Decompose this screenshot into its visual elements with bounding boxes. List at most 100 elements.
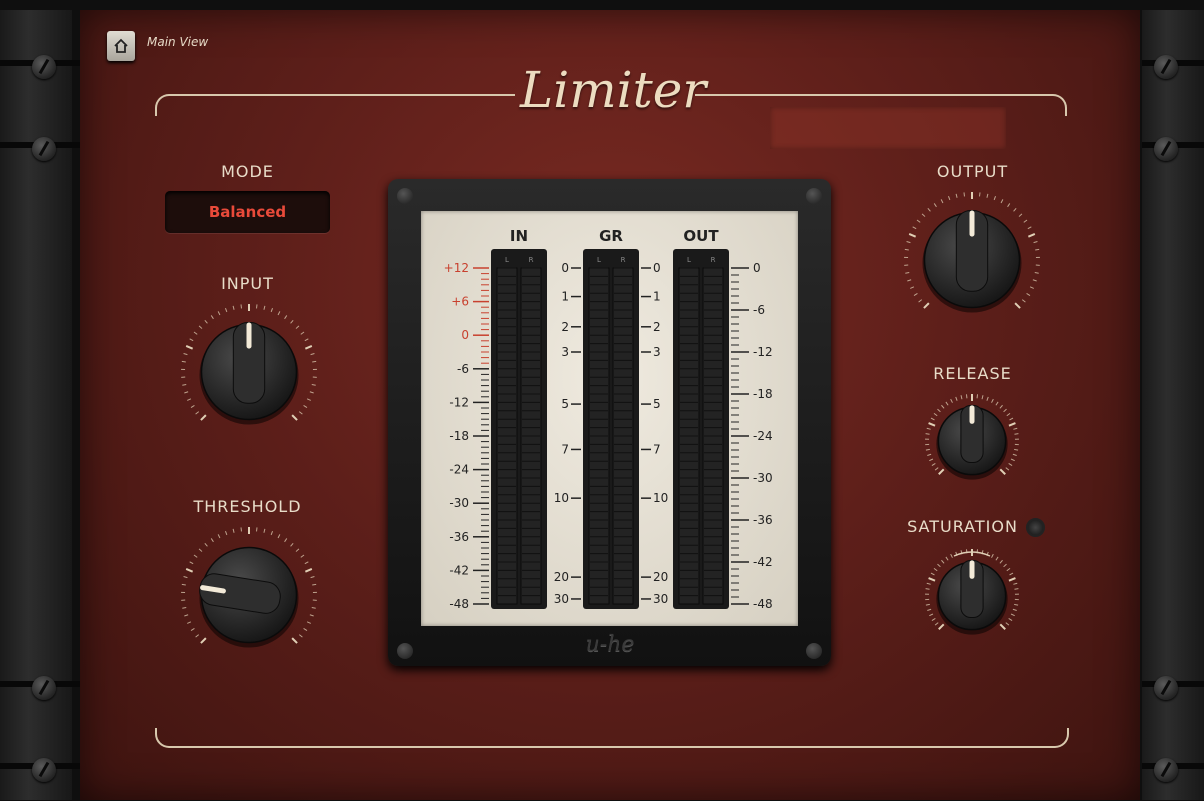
mode-selector[interactable]: Balanced [165,191,330,233]
knob-tick [1008,577,1016,582]
knob-tick [200,637,207,644]
meter-title-out: OUT [683,227,719,245]
release-knob[interactable] [921,390,1023,492]
knob-tick [955,396,958,401]
knob-tick [1013,582,1018,585]
mode-label: MODE [221,162,274,181]
threshold-knob[interactable] [177,523,321,667]
in-scale-label: -6 [457,362,469,376]
knob-tick [311,383,316,386]
saturation-knob[interactable] [921,545,1023,647]
knob-tick [195,634,200,638]
rack-screw-icon [32,137,56,161]
knob-tick [930,417,935,421]
plugin-logo: Limiter [520,61,707,119]
knob-tick [182,383,187,386]
knob-tick [290,542,294,547]
knob-tick [945,556,949,561]
knob-tick [182,606,187,609]
rack-screw-icon [1154,55,1178,79]
home-button[interactable] [107,31,135,61]
knob-tick [185,345,194,350]
out-scale-label: -18 [753,387,773,401]
meter-channel-label: R [529,256,534,264]
gr-scale-label-right: 20 [653,570,668,584]
knob-tick [189,561,194,565]
bezel-screw-icon [397,643,413,659]
knob-tick [193,554,198,558]
knob-tick [928,422,936,427]
knob-tick [1032,279,1037,282]
knob-tick [933,412,938,417]
knob-tick [295,548,300,552]
brand-logo: u-he [585,632,635,657]
input-knob-pointer [232,321,266,404]
knob-tick [1006,412,1011,417]
saturation-knob-pointer [960,559,984,619]
rack-screw-icon [1154,676,1178,700]
knob-tick [224,308,228,313]
knob-tick [270,308,274,313]
frame-line [155,728,1069,748]
knob-tick [312,360,317,363]
knob-tick [304,345,313,350]
release-knob-pointer [960,404,984,464]
knob-tick [270,531,274,536]
knob-tick [181,360,186,363]
gr-scale-label-left: 3 [561,345,569,359]
saturation-led-icon[interactable] [1026,518,1045,537]
out-scale-label: -42 [753,555,773,569]
knob-tick [999,468,1006,475]
knob-tick [1013,427,1018,430]
knob-tick [910,286,915,289]
gr-scale-label-left: 30 [554,592,569,606]
knob-tick [929,613,934,617]
knob-indicator [969,560,975,579]
output-knob[interactable] [900,188,1044,332]
knob-tick [918,299,923,303]
knob-tick [181,583,186,586]
knob-tick [1014,603,1019,606]
out-scale-label: 0 [753,261,761,275]
knob-tick [312,583,317,586]
knob-tick [1027,226,1032,230]
knob-tick [217,534,221,539]
in-scale-label: +12 [444,261,469,275]
knob-tick [198,325,203,329]
knob-tick [913,293,918,296]
knob-tick [1005,622,1010,626]
saturation-label: SATURATION [907,517,1018,536]
knob-tick [195,411,200,415]
knob-tick [906,241,911,244]
preset-display[interactable] [770,107,1006,149]
knob-tick [295,325,300,329]
home-icon [114,38,128,53]
knob-tick [304,568,313,573]
knob-tick [999,559,1003,564]
knob-tick [933,567,938,572]
knob-tick [1008,463,1013,466]
gr-scale-label-left: 20 [554,570,569,584]
knob-tick [303,405,308,408]
knob-tick [981,395,984,400]
knob-tick [303,628,308,631]
knob-tick [291,637,298,644]
knob-tick [912,226,917,230]
in-scale-label: -24 [449,463,469,477]
knob-tick [1034,271,1039,274]
knob-tick [1000,199,1004,204]
knob-tick [933,203,937,208]
meter-channel-label: L [505,256,509,264]
knob-tick [193,331,198,335]
knob-tick [204,542,208,547]
gr-scale-label-right: 10 [653,491,668,505]
rack-screw-icon [32,55,56,79]
gr-scale-label-right: 7 [653,442,661,456]
knob-tick [995,556,999,561]
knob-tick [1026,293,1031,296]
output-label: OUTPUT [936,162,1009,181]
knob-tick [950,398,953,403]
knob-tick [1029,286,1034,289]
knob-tick [938,623,945,630]
input-knob[interactable] [177,300,321,444]
